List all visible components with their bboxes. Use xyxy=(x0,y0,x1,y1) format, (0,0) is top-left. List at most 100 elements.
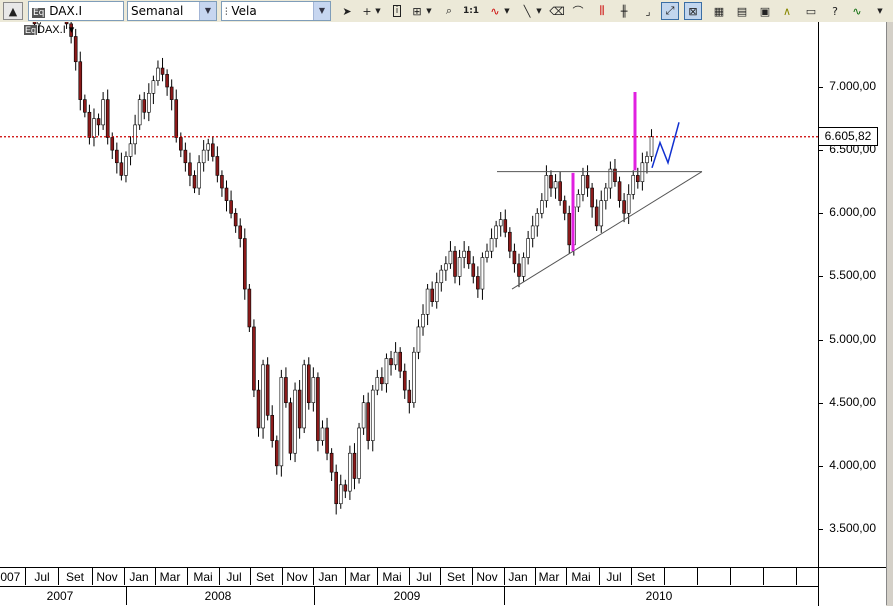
candle-body xyxy=(293,389,297,454)
indicator-list-icon[interactable]: ∿ xyxy=(848,2,866,20)
time-month-label: Nov xyxy=(476,570,498,584)
time-month-label: Jul xyxy=(606,570,622,584)
candle-body xyxy=(581,175,585,195)
candle-body xyxy=(279,377,284,467)
time-separator xyxy=(219,568,220,585)
candle-body xyxy=(174,99,179,138)
candle-body xyxy=(393,351,398,366)
time-axis[interactable]: 2007 Jul Set Nov Jan Mar Mai Jul Set Nov Jan Mar Mai… xyxy=(0,567,886,606)
chevron-down-icon[interactable]: ▼ xyxy=(373,2,383,20)
candle-body xyxy=(96,118,101,126)
price-tick-label: 4.500,00 xyxy=(829,394,876,409)
time-separator xyxy=(440,568,441,585)
time-year-label: 2010 xyxy=(645,589,673,603)
chart-area[interactable] xyxy=(0,22,818,567)
candle-body xyxy=(169,86,174,100)
grid-tool-icon[interactable]: ⊠ xyxy=(684,2,702,20)
candle-body xyxy=(261,364,265,429)
candle-body xyxy=(325,427,329,454)
overlay-prefix: Eq xyxy=(24,25,38,35)
candle-body xyxy=(494,225,498,239)
time-year-label: 2007 xyxy=(46,589,74,603)
price-axis[interactable]: 7.000,00 6.500,00 6.000,00 5.500,00 5.000,00… xyxy=(818,22,886,567)
save-layout-icon[interactable]: ▣ xyxy=(756,2,774,20)
eraser-icon[interactable]: ⌫ xyxy=(548,2,566,20)
candle-body xyxy=(311,377,316,404)
candle-body xyxy=(517,263,521,277)
pointer-icon[interactable]: ➤ xyxy=(338,2,356,20)
candle-body xyxy=(348,452,352,492)
pattern-icon[interactable]: ⌒ xyxy=(569,2,587,20)
candle-body xyxy=(544,175,549,201)
time-separator xyxy=(25,568,26,585)
candle-body xyxy=(448,250,453,265)
candle-body xyxy=(416,326,421,353)
candle-body xyxy=(562,200,567,214)
candle-body xyxy=(110,137,115,151)
scroll-up-icon[interactable]: ▲ xyxy=(3,2,23,20)
chevron-down-icon[interactable]: ▼ xyxy=(873,2,887,20)
window-icon[interactable]: ▭ xyxy=(802,2,820,20)
chevron-down-icon[interactable]: ▼ xyxy=(534,2,544,20)
chevron-down-icon: ▼ xyxy=(199,2,216,20)
candle-body xyxy=(197,162,201,189)
fibonacci-icon[interactable]: ⫼ xyxy=(593,2,611,20)
time-separator xyxy=(377,568,378,585)
period-select[interactable]: Semanal ▼ xyxy=(127,1,217,21)
candle-body xyxy=(288,402,293,454)
info-icon[interactable]: i xyxy=(388,2,406,20)
candlestick-chart[interactable] xyxy=(0,22,818,567)
candle-body xyxy=(206,143,211,151)
one-to-one-button[interactable]: 1:1 xyxy=(462,2,480,20)
candle-body xyxy=(247,288,252,328)
candle-body xyxy=(256,389,261,429)
overlay-symbol: DAX.I xyxy=(37,24,66,36)
time-month-label: Mai xyxy=(382,570,402,584)
alert-icon[interactable]: ∧ xyxy=(778,2,796,20)
time-month-label: Mai xyxy=(193,570,213,584)
price-tick-mark xyxy=(819,339,823,341)
candle-body xyxy=(421,314,425,328)
candle-body xyxy=(604,187,608,201)
candle-body xyxy=(480,257,485,290)
candle-body xyxy=(434,282,439,302)
chevron-down-icon[interactable]: ▼ xyxy=(424,2,434,20)
time-month-label: 2007 xyxy=(0,570,21,584)
zoom-icon[interactable]: ⌕ xyxy=(440,2,458,20)
symbol-field[interactable]: Eq DAX.I xyxy=(28,1,124,21)
right-scrollbar[interactable] xyxy=(886,22,893,605)
time-separator xyxy=(599,568,600,585)
candle-body xyxy=(590,187,594,208)
overlay-icon[interactable]: ▤ xyxy=(733,2,751,20)
trend-tool-icon[interactable]: ⤢ xyxy=(661,2,679,20)
price-tick-mark xyxy=(819,402,823,404)
time-separator xyxy=(58,568,59,585)
chevron-down-icon[interactable]: ▼ xyxy=(502,2,512,20)
year-separator xyxy=(314,587,315,605)
time-month-label: Jul xyxy=(226,570,242,584)
candle-body xyxy=(370,389,375,441)
candle-body xyxy=(430,288,434,302)
candle-body xyxy=(567,212,572,246)
time-separator xyxy=(504,568,505,585)
candle-body xyxy=(119,162,124,176)
candle-body xyxy=(613,168,617,183)
help-icon[interactable]: ? xyxy=(826,2,844,20)
compare-icon[interactable]: ▦ xyxy=(710,2,728,20)
small-chart-icon[interactable]: ⌟ xyxy=(639,2,657,20)
candle-body xyxy=(147,93,151,113)
candle-body xyxy=(585,175,590,189)
time-month-label: Set xyxy=(636,570,656,584)
candle-body xyxy=(508,231,512,252)
candle-body xyxy=(407,389,412,404)
candle-body xyxy=(229,200,233,214)
candle-body xyxy=(503,219,508,233)
bars-icon[interactable]: ╫ xyxy=(615,2,633,20)
candle-body xyxy=(137,99,142,126)
candle-body xyxy=(142,99,147,113)
candle-body xyxy=(274,440,279,467)
price-tick-mark xyxy=(819,465,823,467)
time-month-label: Nov xyxy=(96,570,118,584)
candle-body xyxy=(284,377,288,404)
chart-type-select[interactable]: ⫶ Vela ▼ xyxy=(221,1,331,21)
